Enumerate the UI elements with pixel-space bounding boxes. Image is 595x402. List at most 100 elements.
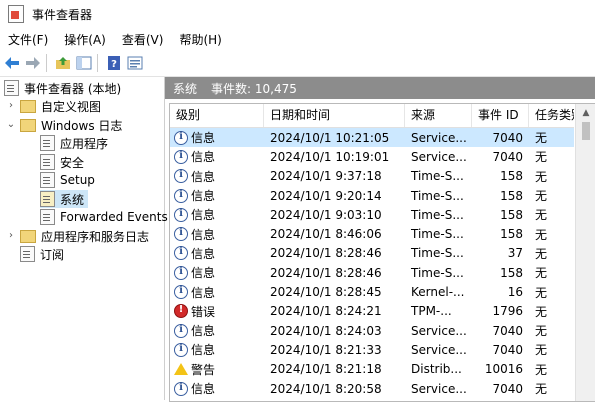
event-id-cell: 16 [507,285,523,300]
event-row[interactable]: 信息 2024/10/1 9:20:14 Time-S... 158 无 [170,186,574,205]
event-task-cell: 无 [535,227,548,242]
event-row[interactable]: 信息 2024/10/1 9:37:18 Time-S... 158 无 [170,167,574,186]
event-rows: 信息2024/10/1 10:21:05Service...7040无信息202… [170,128,574,398]
event-task-cell: 无 [535,266,548,281]
column-header-task[interactable]: 任务类别 [529,104,574,127]
console-tree-icon[interactable] [75,54,93,72]
log-icon [40,135,55,151]
back-arrow-icon[interactable] [3,54,21,72]
event-task-cell: 无 [535,285,548,300]
event-date-cell: 2024/10/1 8:28:45 [270,285,382,300]
tree-item-security[interactable]: 安全 [40,153,84,171]
menu-action[interactable]: 操作(A) [56,31,114,48]
error-icon [174,304,188,319]
event-level-text: 信息 [191,266,216,281]
event-level-cell: 信息 [170,245,264,262]
tree-item-app-service-logs[interactable]: › 应用程序和服务日志 [6,227,149,245]
column-header-row: 级别 日期和时间 来源 事件 ID 任务类别 [170,104,574,128]
event-level-text: 信息 [191,150,216,165]
subscription-icon [20,246,35,262]
info-icon [174,381,188,396]
event-source-cell: TPM-... [411,304,452,319]
event-row[interactable]: 信息 2024/10/1 8:28:45 Kernel-... 16 无 [170,282,574,301]
event-row[interactable]: 信息 2024/10/1 9:03:10 Time-S... 158 无 [170,205,574,224]
event-row[interactable]: 信息 2024/10/1 8:28:46 Time-S... 158 无 [170,263,574,282]
tree-item-setup[interactable]: Setup [40,171,95,189]
event-date-cell: 2024/10/1 9:03:10 [270,207,382,222]
menu-file[interactable]: 文件(F) [0,31,56,48]
event-row[interactable]: 错误 2024/10/1 8:24:21 TPM-... 1796 无 [170,302,574,321]
event-count: 事件数: 10,475 [211,81,297,96]
chevron-right-icon[interactable]: › [6,101,16,111]
folder-icon [20,229,36,243]
event-list: 级别 日期和时间 来源 事件 ID 任务类别 信息 2024/10/1 10:21… [169,103,595,402]
console-tree: 事件查看器 (本地) › 自定义视图 ⌄ Windows 日志 应用程序 安全 … [0,77,168,400]
event-level-cell: 信息 [170,129,264,146]
event-level-text: 信息 [191,169,216,184]
tree-item-custom-views[interactable]: › 自定义视图 [6,97,101,115]
folder-icon [20,99,36,113]
scrollbar-thumb[interactable] [582,122,590,140]
event-level-text: 信息 [191,189,216,204]
event-date-cell: 2024/10/1 9:20:14 [270,188,382,203]
info-icon [174,188,188,203]
event-level-cell: 信息 [170,341,264,358]
column-header-event-id[interactable]: 事件 ID [472,104,529,127]
event-row[interactable]: 信息 2024/10/1 10:19:01 Service... 7040 无 [170,147,574,166]
column-header-date[interactable]: 日期和时间 [264,104,405,127]
event-level-text: 信息 [191,324,216,339]
menu-view[interactable]: 查看(V) [114,31,172,48]
vertical-scrollbar[interactable]: ▲ [575,104,595,401]
event-level-text: 信息 [191,208,216,223]
log-icon [40,191,55,207]
info-icon [174,285,188,300]
info-icon [174,265,188,280]
chevron-down-icon[interactable]: ⌄ [6,120,16,130]
event-date-cell: 2024/10/1 8:24:21 [270,304,382,319]
toolbar: ? [0,50,595,77]
event-date-cell: 2024/10/1 9:37:18 [270,169,382,184]
event-row[interactable]: 信息 2024/10/1 10:21:05 Service... 7040 无 [170,128,574,148]
tree-item-application[interactable]: 应用程序 [40,134,108,152]
event-level-text: 信息 [191,285,216,300]
event-source-cell: Service... [411,149,467,164]
properties-icon[interactable] [126,54,144,72]
event-row[interactable]: 信息 2024/10/1 8:24:03 Service... 7040 无 [170,321,574,340]
tree-item-system[interactable]: 系统 [40,190,89,208]
help-icon[interactable]: ? [105,54,123,72]
event-row[interactable]: 信息 2024/10/1 8:46:06 Time-S... 158 无 [170,224,574,243]
event-row[interactable]: 信息 2024/10/1 8:20:58 Service... 7040 无 [170,379,574,398]
event-date-cell: 2024/10/1 10:21:05 [270,130,390,145]
event-id-cell: 7040 [492,130,523,145]
menu-help[interactable]: 帮助(H) [171,31,229,48]
chevron-right-icon[interactable]: › [6,231,16,241]
event-row[interactable]: 警告 2024/10/1 8:21:18 Distrib... 10016 无 [170,360,574,379]
event-source-cell: Time-S... [411,169,464,184]
event-date-cell: 2024/10/1 8:24:03 [270,323,382,338]
info-icon [174,130,188,145]
tree-item-label: 应用程序 [60,136,109,151]
tree-item-event-viewer-local[interactable]: 事件查看器 (本地) [4,79,121,97]
event-row[interactable]: 信息 2024/10/1 8:21:33 Service... 7040 无 [170,340,574,359]
info-icon [174,169,188,184]
forward-arrow-icon[interactable] [24,54,42,72]
info-icon [174,246,188,261]
event-level-text: 警告 [191,362,216,377]
column-header-level[interactable]: 级别 [170,104,264,127]
event-level-cell: 错误 [170,303,264,320]
event-task-cell: 无 [535,150,548,165]
event-id-cell: 7040 [492,149,523,164]
folder-up-icon[interactable] [54,54,72,72]
column-header-source[interactable]: 来源 [405,104,472,127]
event-row[interactable]: 信息 2024/10/1 8:28:46 Time-S... 37 无 [170,244,574,263]
tree-item-subscriptions[interactable]: 订阅 [20,245,64,263]
tree-item-label: 安全 [60,155,85,170]
event-source-cell: Time-S... [411,188,464,203]
info-icon [174,227,188,242]
tree-item-forwarded-events[interactable]: Forwarded Events [40,208,168,226]
event-source-cell: Time-S... [411,227,464,242]
tree-item-windows-logs[interactable]: ⌄ Windows 日志 [6,116,122,134]
scroll-up-arrow-icon[interactable]: ▲ [576,108,595,118]
tree-item-label: Forwarded Events [60,210,168,224]
event-date-cell: 2024/10/1 10:19:01 [270,149,390,164]
